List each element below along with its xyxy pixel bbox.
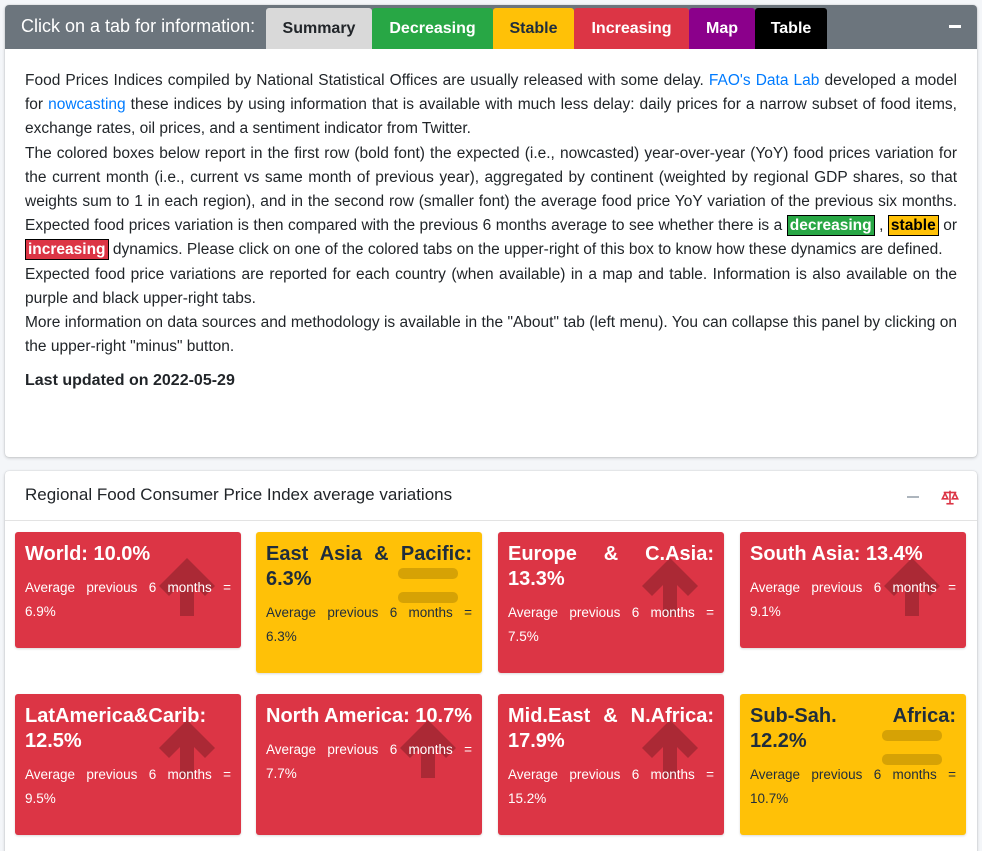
collapse-regional-icon[interactable] bbox=[907, 496, 919, 498]
info-paragraph-2: The colored boxes below report in the fi… bbox=[25, 144, 957, 261]
region-value: North America: 10.7% bbox=[266, 705, 472, 727]
region-average: Average previous 6 months = 7.5% bbox=[508, 605, 714, 644]
info-body: Food Prices Indices compiled by National… bbox=[5, 49, 977, 394]
nowcasting-link[interactable]: nowcasting bbox=[48, 96, 126, 113]
region-value: Sub-Sah. Africa: 12.2% bbox=[750, 705, 956, 752]
region-box-world: World: 10.0% Average previous 6 months = … bbox=[15, 532, 241, 648]
regional-card-header: Regional Food Consumer Price Index avera… bbox=[5, 471, 977, 521]
region-box-latamerica-carib: LatAmerica&Carib: 12.5% Average previous … bbox=[15, 694, 241, 835]
tab-map[interactable]: Map bbox=[689, 8, 755, 49]
region-average: Average previous 6 months = 10.7% bbox=[750, 767, 956, 806]
region-average: Average previous 6 months = 15.2% bbox=[508, 767, 714, 806]
region-value: LatAmerica&Carib: 12.5% bbox=[25, 705, 207, 752]
region-value: Mid.East & N.Africa: 17.9% bbox=[508, 705, 714, 752]
info-card: Click on a tab for information: Summary … bbox=[5, 5, 977, 457]
regional-card-title: Regional Food Consumer Price Index avera… bbox=[25, 485, 453, 504]
info-paragraph-4: More information on data sources and met… bbox=[25, 314, 957, 356]
info-paragraph-1: Food Prices Indices compiled by National… bbox=[25, 72, 957, 138]
region-value: South Asia: 13.4% bbox=[750, 543, 923, 565]
region-box-east-asia-pacific: East Asia & Pacific: 6.3% Average previou… bbox=[256, 532, 482, 673]
collapse-info-icon[interactable] bbox=[949, 25, 961, 28]
increasing-highlight: increasing bbox=[25, 239, 109, 261]
tab-prompt: Click on a tab for information: bbox=[21, 16, 256, 36]
info-tabs: Summary Decreasing Stable Increasing Map… bbox=[266, 8, 827, 49]
region-box-mid-east-n-africa: Mid.East & N.Africa: 17.9% Average previo… bbox=[498, 694, 724, 835]
tab-summary[interactable]: Summary bbox=[266, 8, 372, 49]
region-box-europe-c-asia: Europe & C.Asia: 13.3% Average previous 6… bbox=[498, 532, 724, 673]
regional-card: Regional Food Consumer Price Index avera… bbox=[5, 471, 977, 851]
region-box-south-asia: South Asia: 13.4% Average previous 6 mont… bbox=[740, 532, 966, 648]
fao-data-lab-link[interactable]: FAO's Data Lab bbox=[709, 72, 819, 89]
tab-table[interactable]: Table bbox=[755, 8, 827, 49]
tab-decreasing[interactable]: Decreasing bbox=[372, 8, 493, 49]
region-average: Average previous 6 months = 6.9% bbox=[25, 580, 231, 619]
region-average: Average previous 6 months = 7.7% bbox=[266, 742, 472, 781]
last-updated: Last updated on 2022-05-29 bbox=[25, 372, 235, 390]
tab-increasing[interactable]: Increasing bbox=[574, 8, 689, 49]
tab-stable[interactable]: Stable bbox=[493, 8, 574, 49]
stable-highlight: stable bbox=[887, 215, 939, 237]
region-average: Average previous 6 months = 9.1% bbox=[750, 580, 956, 619]
region-average: Average previous 6 months = 6.3% bbox=[266, 605, 472, 644]
region-value: World: 10.0% bbox=[25, 543, 151, 565]
info-paragraph-3: Expected food price variations are repor… bbox=[25, 265, 957, 307]
decreasing-highlight: decreasing bbox=[786, 215, 875, 237]
region-value: Europe & C.Asia: 13.3% bbox=[508, 543, 714, 590]
region-box-sub-sah-africa: Sub-Sah. Africa: 12.2% Average previous 6… bbox=[740, 694, 966, 835]
region-value: East Asia & Pacific: 6.3% bbox=[266, 543, 472, 590]
region-box-north-america: North America: 10.7% Average previous 6 m… bbox=[256, 694, 482, 835]
info-card-header: Click on a tab for information: Summary … bbox=[5, 5, 977, 49]
balance-scale-icon[interactable] bbox=[941, 488, 959, 506]
region-average: Average previous 6 months = 9.5% bbox=[25, 767, 231, 806]
